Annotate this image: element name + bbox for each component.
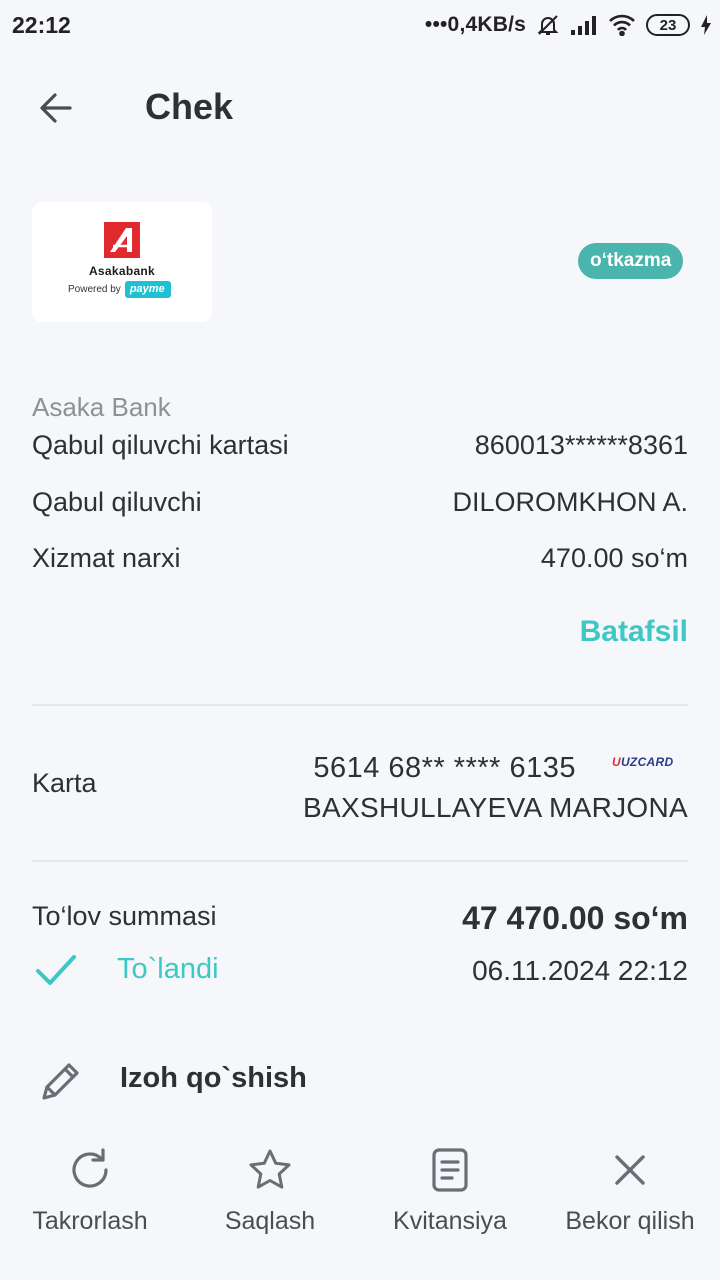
recipient-value: DILOROMKHON A. bbox=[452, 487, 688, 517]
status-icons: •••0,4KB/s 23 bbox=[425, 10, 712, 40]
payment-date: 06.11.2024 22:12 bbox=[472, 955, 688, 986]
refresh-icon bbox=[65, 1145, 115, 1195]
details-link[interactable]: Batafsil bbox=[580, 615, 688, 649]
recipient-label: Qabul qiluvchi bbox=[32, 487, 202, 517]
transaction-type-badge: o‘tkazma bbox=[578, 243, 684, 279]
star-icon bbox=[245, 1145, 295, 1195]
pencil-icon bbox=[42, 1063, 79, 1100]
divider bbox=[32, 860, 688, 862]
service-fee-label: Xizmat narxi bbox=[32, 543, 181, 573]
card-number: 5614 68** **** 6135 bbox=[313, 752, 576, 784]
add-comment-label: Izoh qo`shish bbox=[120, 1062, 307, 1094]
add-comment-button[interactable]: Izoh qo`shish bbox=[32, 1050, 432, 1106]
cancel-button[interactable]: Bekor qilish bbox=[540, 1145, 720, 1255]
payment-status: To`landi bbox=[117, 953, 219, 985]
card-brand: UZCARD bbox=[620, 755, 674, 769]
logo-name: Asakabank bbox=[88, 264, 156, 278]
check-icon bbox=[36, 955, 76, 985]
signal-icon bbox=[570, 14, 598, 36]
receipt-icon bbox=[425, 1145, 475, 1195]
payme-logo: payme bbox=[124, 281, 171, 298]
uzcard-logo: UUZCARD bbox=[612, 755, 674, 769]
charging-icon bbox=[700, 14, 712, 36]
wifi-icon bbox=[608, 14, 636, 36]
repeat-label: Takrorlash bbox=[32, 1207, 148, 1235]
divider bbox=[32, 704, 688, 706]
battery-icon: 23 bbox=[646, 14, 690, 36]
service-fee-value: 470.00 so‘m bbox=[540, 543, 688, 573]
receipt-label: Kvitansiya bbox=[393, 1207, 507, 1235]
back-button[interactable] bbox=[30, 82, 82, 134]
status-time: 22:12 bbox=[12, 12, 71, 38]
save-button[interactable]: Saqlash bbox=[180, 1145, 360, 1255]
repeat-button[interactable]: Takrorlash bbox=[0, 1145, 180, 1255]
receipt-button[interactable]: Kvitansiya bbox=[360, 1145, 540, 1255]
page-title: Chek bbox=[145, 86, 234, 127]
payment-amount: 47 470.00 so‘m bbox=[462, 900, 688, 936]
save-label: Saqlash bbox=[224, 1207, 316, 1235]
payment-amount-label: To‘lov summasi bbox=[32, 901, 217, 931]
arrow-left-icon bbox=[40, 93, 72, 123]
card-label: Karta bbox=[32, 768, 97, 798]
powered-by: Powered by payme bbox=[68, 281, 171, 298]
bell-muted-icon bbox=[536, 13, 560, 37]
powered-by-label: Powered by bbox=[68, 284, 121, 295]
bank-name: Asaka Bank bbox=[32, 392, 171, 422]
close-icon bbox=[605, 1145, 655, 1195]
asakabank-logo-icon bbox=[104, 222, 140, 258]
network-speed: •••0,4KB/s bbox=[424, 13, 526, 36]
recipient-card-value: 860013******8361 bbox=[474, 430, 688, 460]
cancel-label: Bekor qilish bbox=[565, 1207, 695, 1235]
recipient-card-label: Qabul qiluvchi kartasi bbox=[32, 430, 289, 460]
card-holder: BAXSHULLAYEVA MARJONA bbox=[303, 792, 688, 823]
merchant-logo-card: Asakabank Powered by payme bbox=[32, 202, 212, 322]
status-bar: 22:12 •••0,4KB/s 23 bbox=[0, 0, 720, 52]
